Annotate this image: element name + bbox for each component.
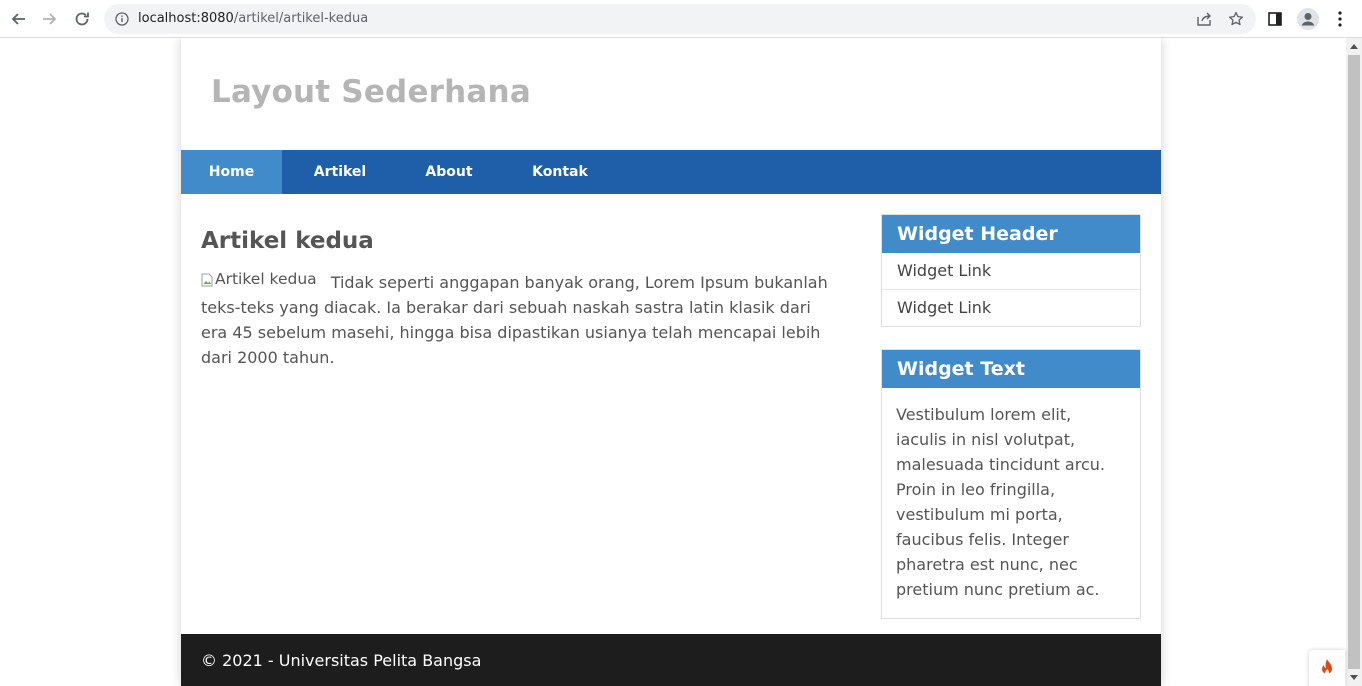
nav-item-home[interactable]: Home — [181, 150, 282, 194]
vertical-scrollbar[interactable] — [1346, 38, 1362, 686]
debug-toolbar-toggle[interactable] — [1309, 650, 1345, 686]
widget-header-title: Widget Header — [882, 215, 1140, 253]
widget-link-2[interactable]: Widget Link — [882, 289, 1140, 326]
share-icon[interactable] — [1195, 10, 1213, 28]
widget-links: Widget Header Widget Link Widget Link — [881, 214, 1141, 327]
page-viewport: Layout Sederhana Home Artikel About Kont… — [0, 38, 1346, 686]
forward-button[interactable] — [38, 7, 62, 31]
info-icon[interactable] — [113, 10, 131, 28]
widget-link-1[interactable]: Widget Link — [882, 253, 1140, 289]
scroll-down-arrow-icon[interactable] — [1346, 670, 1362, 686]
menu-kebab-icon[interactable] — [1328, 7, 1352, 31]
url-path: /artikel/artikel-kedua — [233, 11, 369, 26]
main-nav: Home Artikel About Kontak — [181, 150, 1161, 194]
nav-item-kontak[interactable]: Kontak — [500, 150, 620, 194]
nav-item-artikel[interactable]: Artikel — [282, 150, 398, 194]
widget-text-body: Vestibulum lorem elit, iaculis in nisl v… — [896, 405, 1105, 599]
page-container: Layout Sederhana Home Artikel About Kont… — [181, 38, 1161, 686]
browser-toolbar: localhost:8080/artikel/artikel-kedua — [0, 0, 1362, 38]
flame-icon — [1322, 659, 1332, 675]
profile-avatar-icon[interactable] — [1296, 7, 1320, 31]
site-header: Layout Sederhana — [181, 38, 1161, 150]
url-host: localhost:8080 — [138, 11, 234, 26]
star-icon[interactable] — [1227, 10, 1245, 28]
site-footer: © 2021 - Universitas Pelita Bangsa — [181, 634, 1161, 686]
site-title: Layout Sederhana — [211, 74, 531, 110]
widget-text: Widget Text Vestibulum lorem elit, iacul… — [881, 349, 1141, 619]
reload-button[interactable] — [70, 7, 94, 31]
widget-text-title: Widget Text — [882, 350, 1140, 388]
article-image: Artikel kedua — [201, 267, 317, 292]
back-button[interactable] — [6, 7, 30, 31]
url-text: localhost:8080/artikel/artikel-kedua — [138, 11, 368, 26]
scroll-up-arrow-icon[interactable] — [1346, 38, 1362, 54]
nav-item-about[interactable]: About — [398, 150, 500, 194]
footer-text: © 2021 - Universitas Pelita Bangsa — [201, 651, 482, 670]
article-body: Artikel kedua Tidak seperti anggapan ban… — [201, 270, 841, 370]
scrollbar-thumb[interactable] — [1348, 55, 1360, 669]
reload-icon — [75, 12, 89, 26]
article-image-alt: Artikel kedua — [215, 270, 317, 288]
address-bar[interactable]: localhost:8080/artikel/artikel-kedua — [104, 4, 1256, 34]
side-panel-icon[interactable] — [1263, 7, 1287, 31]
article-title: Artikel kedua — [201, 228, 374, 254]
broken-image-icon — [201, 273, 213, 286]
arrow-right-icon — [43, 13, 57, 25]
arrow-left-icon — [11, 13, 25, 25]
